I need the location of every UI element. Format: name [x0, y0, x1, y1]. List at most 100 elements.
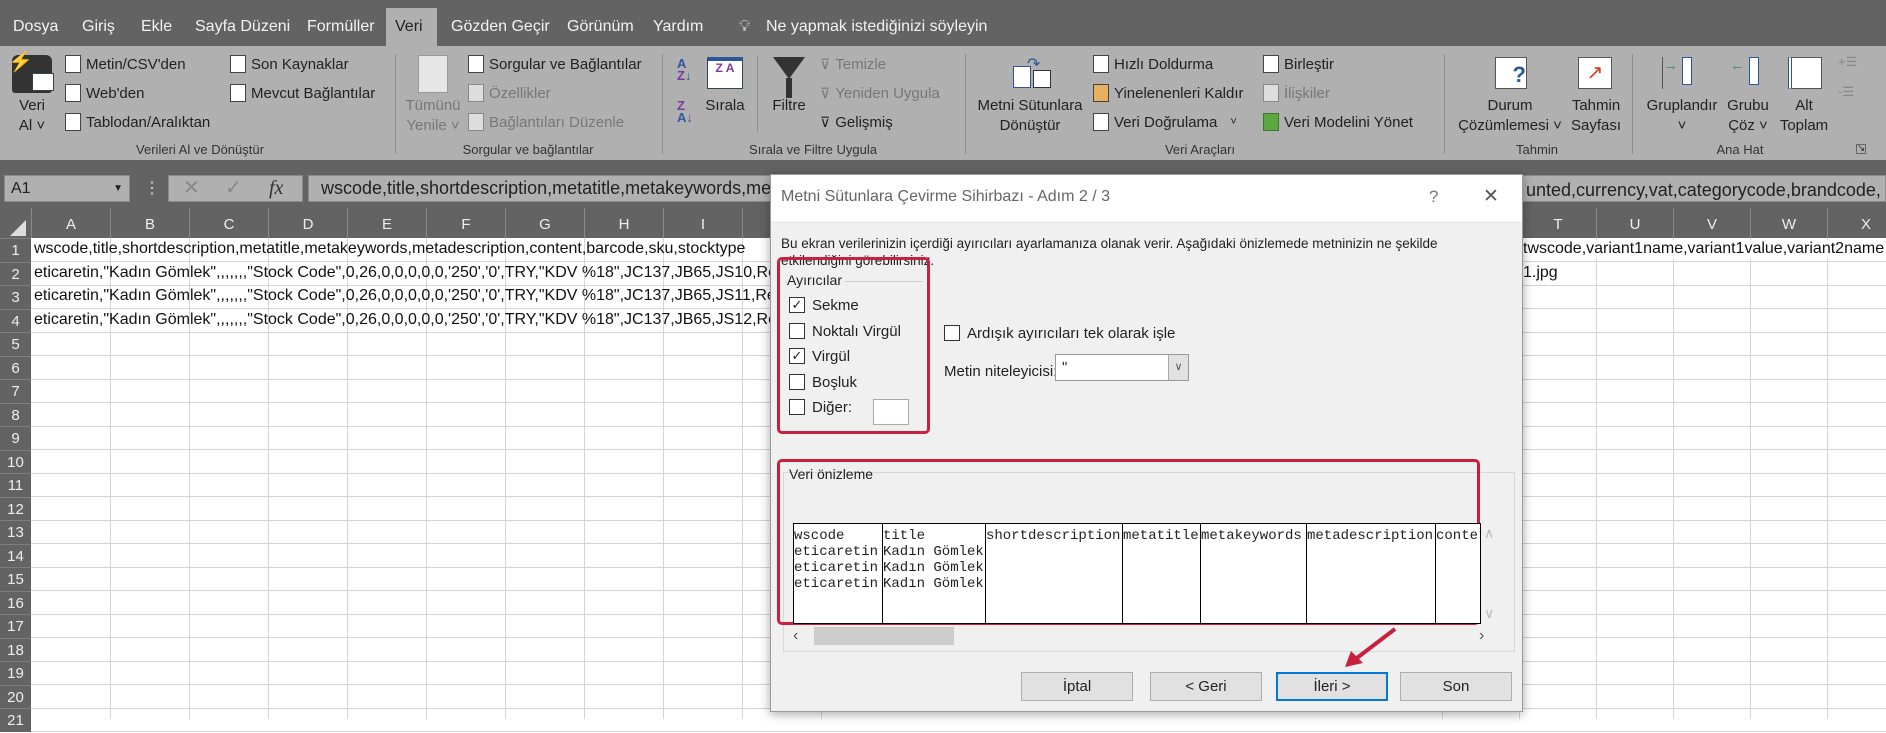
forecast-sheet-button[interactable]: Tahmin Sayfası [1570, 96, 1622, 136]
column-header-G[interactable]: G [505, 208, 584, 238]
scroll-up-icon[interactable]: ∧ [1484, 525, 1494, 542]
row-header-15[interactable]: 15 [0, 567, 31, 591]
refresh-all-button[interactable]: Tümünü Yenile ˅ [403, 96, 463, 136]
scroll-right-icon[interactable]: › [1479, 627, 1484, 645]
column-header-X[interactable]: X [1827, 208, 1886, 238]
back-button[interactable]: < Geri [1150, 672, 1262, 701]
consecutive-delimiters-checkbox[interactable] [944, 325, 960, 341]
column-header-V[interactable]: V [1673, 208, 1750, 238]
delimiter-checkbox-5[interactable] [789, 399, 805, 415]
column-header-F[interactable]: F [426, 208, 505, 238]
scroll-left-icon[interactable]: ‹ [793, 627, 798, 645]
row-header-8[interactable]: 8 [0, 402, 31, 426]
column-header-T[interactable]: T [1519, 208, 1596, 238]
column-header-E[interactable]: E [347, 208, 426, 238]
properties-button[interactable]: Özellikler [468, 82, 551, 104]
cell-a2[interactable]: eticaretin,"Kadın Gömlek",,,,,,,"Stock C… [34, 264, 786, 282]
column-header-D[interactable]: D [268, 208, 347, 238]
row-header-16[interactable]: 16 [0, 590, 31, 614]
other-delimiter-input[interactable] [873, 399, 909, 425]
remove-duplicates-button[interactable]: Yinelenenleri Kaldır [1093, 82, 1244, 104]
data-validation-button[interactable]: Veri Doğrulama ˅ [1093, 111, 1237, 133]
row-header-6[interactable]: 6 [0, 355, 31, 379]
clear-filter-button[interactable]: ⊽ Temizle [820, 53, 886, 75]
column-header-A[interactable]: A [31, 208, 110, 238]
row-header-18[interactable]: 18 [0, 637, 31, 661]
from-table-button[interactable]: Tablodan/Aralıktan [65, 111, 210, 133]
delimiter-checkbox-1[interactable]: ✓ [789, 297, 805, 313]
text-qualifier-select[interactable]: " ∨ [1055, 354, 1189, 381]
row-header-3[interactable]: 3 [0, 285, 31, 309]
horizontal-scrollbar-thumb[interactable] [814, 627, 954, 645]
delimiter-checkbox-2[interactable] [789, 322, 805, 339]
queries-connections-button[interactable]: Sorgular ve Bağlantılar [468, 53, 642, 75]
dialog-launcher-icon[interactable]: ↘ [1856, 144, 1866, 154]
row-header-21[interactable]: 21 [0, 708, 31, 732]
row-header-10[interactable]: 10 [0, 449, 31, 473]
edit-links-button[interactable]: Bağlantıları Düzenle [468, 111, 624, 133]
select-all-icon[interactable] [10, 220, 26, 236]
flash-fill-button[interactable]: Hızlı Doldurma [1093, 53, 1213, 75]
get-data-button[interactable]: Veri Al ˅ [12, 96, 52, 136]
cell-row1-right[interactable]: twscode,variant1name,variant1value,varia… [1523, 240, 1886, 258]
sort-button[interactable]: Sırala [705, 96, 745, 116]
row-header-12[interactable]: 12 [0, 496, 31, 520]
show-detail-icon[interactable]: +☰ [1838, 54, 1857, 70]
cell-a4[interactable]: eticaretin,"Kadın Gömlek",,,,,,,"Stock C… [34, 311, 786, 329]
sort-za-icon[interactable]: Z A↓ [677, 99, 693, 124]
delimiter-checkbox-4[interactable] [789, 373, 805, 390]
manage-data-model-button[interactable]: Veri Modelini Yönet [1263, 111, 1413, 133]
column-header-W[interactable]: W [1750, 208, 1827, 238]
column-header-B[interactable]: B [110, 208, 189, 238]
chevron-down-icon[interactable]: ∨ [1168, 355, 1188, 380]
cell-a3[interactable]: eticaretin,"Kadın Gömlek",,,,,,,"Stock C… [34, 287, 785, 305]
sort-az-icon[interactable]: A Z↓ [677, 57, 691, 82]
delimiter-checkbox-3[interactable]: ✓ [789, 348, 805, 364]
column-header-C[interactable]: C [189, 208, 268, 238]
row-header-4[interactable]: 4 [0, 308, 31, 332]
subtotal-button[interactable]: Alt Toplam [1775, 96, 1833, 136]
row-header-14[interactable]: 14 [0, 543, 31, 567]
text-to-columns-button[interactable]: Metni Sütunlara Dönüştür [975, 96, 1085, 136]
ungroup-button[interactable]: Grubu Çöz ˅ [1725, 96, 1771, 136]
column-header-U[interactable]: U [1596, 208, 1673, 238]
next-button[interactable]: İleri > [1276, 672, 1388, 701]
row-header-7[interactable]: 7 [0, 379, 31, 403]
cell-a1[interactable]: wscode,title,shortdescription,metatitle,… [34, 240, 745, 258]
cancel-icon[interactable]: ✕ [183, 176, 200, 201]
from-text-csv-button[interactable]: Metin/CSV'den [65, 53, 186, 75]
what-if-analysis-button[interactable]: Durum Çözümlemesi ˅ [1450, 96, 1570, 136]
close-button[interactable]: ✕ [1483, 185, 1499, 208]
finish-button[interactable]: Son [1400, 672, 1512, 701]
advanced-filter-button[interactable]: ⊽ Gelişmiş [820, 111, 893, 133]
help-button[interactable]: ? [1429, 187, 1438, 207]
row-header-19[interactable]: 19 [0, 661, 31, 685]
cancel-button[interactable]: İptal [1021, 672, 1133, 701]
drag-handle-icon[interactable]: ⋮ [144, 178, 160, 198]
row-header-13[interactable]: 13 [0, 520, 31, 544]
insert-function-icon[interactable]: fx [269, 176, 283, 201]
row-header-5[interactable]: 5 [0, 332, 31, 356]
from-web-button[interactable]: Web'den [65, 82, 144, 104]
group-button[interactable]: Gruplandır ˅ [1640, 96, 1724, 136]
row-header-9[interactable]: 9 [0, 426, 31, 450]
filter-button[interactable]: Filtre [768, 96, 810, 116]
row-header-2[interactable]: 2 [0, 261, 31, 285]
row-header-1[interactable]: 1 [0, 238, 31, 262]
enter-icon[interactable]: ✓ [225, 176, 242, 201]
consolidate-button[interactable]: Birleştir [1263, 53, 1334, 75]
row-header-17[interactable]: 17 [0, 614, 31, 638]
cell-row2-right[interactable]: 1.jpg [1523, 264, 1558, 282]
row-header-11[interactable]: 11 [0, 473, 31, 497]
column-header-I[interactable]: I [663, 208, 742, 238]
relationships-button[interactable]: İlişkiler [1263, 82, 1330, 104]
scroll-down-icon[interactable]: ∨ [1484, 605, 1494, 622]
reapply-button[interactable]: ⊽ Yeniden Uygula [820, 82, 940, 104]
existing-connections-button[interactable]: Mevcut Bağlantılar [230, 82, 375, 104]
name-box[interactable]: A1 ▼ [4, 175, 130, 202]
row-header-20[interactable]: 20 [0, 684, 31, 708]
column-header-H[interactable]: H [584, 208, 663, 238]
dialog-title-bar[interactable]: Metni Sütunlara Çevirme Sihirbazı - Adım… [771, 175, 1522, 221]
hide-detail-icon[interactable]: -☰ [1838, 84, 1854, 100]
recent-sources-button[interactable]: Son Kaynaklar [230, 53, 349, 75]
